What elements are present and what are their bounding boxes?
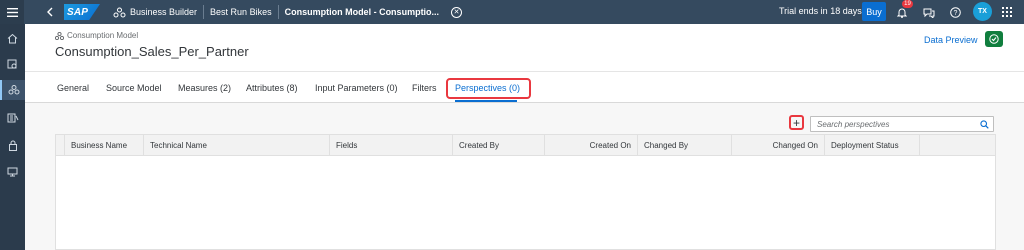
deploy-check-button[interactable] [985,31,1003,47]
perspectives-panel: + Business Name Technical Name Fields Cr… [25,103,1024,250]
home-icon[interactable] [0,28,25,48]
security-icon[interactable] [0,135,25,155]
search-field[interactable] [810,116,994,132]
tab-perspectives[interactable]: Perspectives (0) [455,83,520,93]
monitor-icon[interactable] [0,162,25,182]
object-type: Consumption Model [55,31,138,40]
side-navigation [0,24,25,250]
close-icon[interactable]: ✕ [451,6,463,18]
column-header[interactable]: Fields [330,135,453,156]
column-header[interactable]: Created By [453,135,545,156]
tab-source-model[interactable]: Source Model [106,83,162,93]
add-perspective-button[interactable]: + [789,115,804,130]
data-access-icon[interactable] [0,108,25,128]
back-icon[interactable] [40,0,60,24]
data-preview-link[interactable]: Data Preview [924,35,978,45]
column-header-filler [920,135,995,156]
search-input[interactable] [811,117,975,131]
tab-input-parameters[interactable]: Input Parameters (0) [315,83,398,93]
consumption-model-icon [55,31,64,40]
data-builder-icon[interactable] [0,54,25,74]
plus-icon: + [792,115,800,130]
breadcrumb-app[interactable]: Business Builder [130,7,197,17]
selection-column-header[interactable] [56,135,65,156]
breadcrumb-separator [203,5,205,19]
notification-badge: 19 [902,0,913,8]
object-type-label: Consumption Model [67,31,139,40]
column-header[interactable]: Technical Name [144,135,330,156]
search-icon[interactable] [978,119,990,130]
svg-text:?: ? [953,10,957,17]
tab-attributes[interactable]: Attributes (8) [246,83,298,93]
column-header[interactable]: Created On [545,135,638,156]
column-header[interactable]: Business Name [65,135,144,156]
object-header: Consumption Model Consumption_Sales_Per_… [25,24,1024,71]
tab-bar: General Source Model Measures (2) Attrib… [25,71,1024,103]
checkmark-icon [989,34,999,44]
business-builder-icon [112,5,126,19]
table-header: Business Name Technical Name Fields Crea… [56,135,995,156]
column-header[interactable]: Deployment Status [825,135,920,156]
feedback-icon[interactable] [922,5,936,19]
tab-measures[interactable]: Measures (2) [178,83,231,93]
column-header[interactable]: Changed On [732,135,825,156]
avatar[interactable]: TX [973,2,992,21]
selected-tab-indicator [455,100,517,102]
product-switch-icon[interactable] [1000,5,1014,19]
tab-filters[interactable]: Filters [412,83,437,93]
tab-general[interactable]: General [57,83,89,93]
column-header[interactable]: Changed By [638,135,732,156]
shell-bar: SAP Business Builder Best Run Bikes Cons… [0,0,1024,24]
business-builder-icon[interactable] [0,80,25,100]
trial-status: Trial ends in 18 days [779,6,862,16]
breadcrumb-separator [277,5,279,19]
page-title: Consumption_Sales_Per_Partner [55,44,249,59]
breadcrumb-space[interactable]: Best Run Bikes [210,7,272,17]
breadcrumb-page-title: Consumption Model - Consumptio... [284,7,440,17]
help-icon[interactable]: ? [948,5,962,19]
perspectives-table: Business Name Technical Name Fields Crea… [55,134,996,250]
sap-logo: SAP [64,4,100,20]
buy-button[interactable]: Buy [862,2,886,21]
menu-icon[interactable] [0,0,24,24]
